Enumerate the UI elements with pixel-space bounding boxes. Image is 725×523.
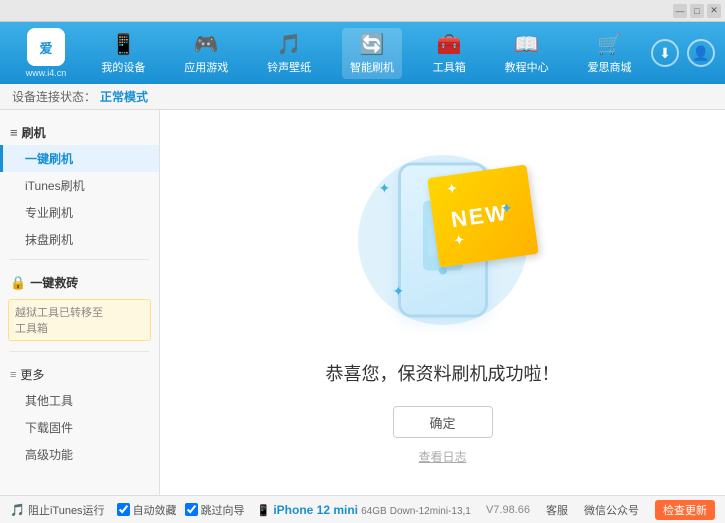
- version-label: V7.98.66: [486, 504, 530, 516]
- status-bar: 设备连接状态： 正常模式: [0, 84, 725, 110]
- minimize-btn[interactable]: —: [673, 4, 687, 18]
- stop-itunes-label: 阻止iTunes运行: [28, 502, 105, 518]
- logo-url: www.i4.cn: [26, 68, 67, 78]
- main-content: ✦ NEW ✦ ✦ ✦ ✦ 恭喜您，保资料刷机成功啦！ 确定 查看日志: [160, 110, 725, 495]
- itunes-icon: 🎵: [10, 503, 25, 517]
- skip-wizard-label: 跳过向导: [201, 502, 245, 518]
- new-banner: ✦ NEW ✦: [427, 164, 539, 267]
- check-update-btn[interactable]: 检查更新: [655, 500, 715, 520]
- close-btn[interactable]: ✕: [707, 4, 721, 18]
- itunes-stop: 🎵 阻止iTunes运行: [10, 502, 105, 518]
- skip-wizard-checkbox[interactable]: 跳过向导: [185, 502, 245, 518]
- nav-purchase[interactable]: 🛒 爱思商城: [579, 28, 639, 79]
- tutorial-label: 教程中心: [505, 59, 549, 75]
- auto-dismiss-input[interactable]: [117, 503, 130, 516]
- sidebar-flash-title: ≡ 刷机: [0, 120, 159, 145]
- success-illustration: ✦ NEW ✦ ✦ ✦ ✦: [343, 140, 543, 340]
- nav-bar: 爱 www.i4.cn 📱 我的设备 🎮 应用游戏 🎵 铃声壁纸 🔄 智能刷机 …: [0, 22, 725, 84]
- nav-smart-flash[interactable]: 🔄 智能刷机: [342, 28, 402, 79]
- toolbox-label: 工具箱: [433, 59, 466, 75]
- flash-section-icon: ≡: [10, 125, 18, 140]
- device-icon: 📱: [257, 505, 271, 517]
- rescue-icon: 🔒: [10, 275, 26, 291]
- sidebar-item-download-firmware[interactable]: 下载固件: [0, 414, 159, 441]
- nav-toolbox[interactable]: 🧰 工具箱: [425, 28, 474, 79]
- sidebar-divider-2: [10, 351, 149, 352]
- maximize-btn[interactable]: □: [690, 4, 704, 18]
- device-capacity: 64GB: [361, 506, 387, 517]
- new-star-left: ✦: [445, 181, 459, 197]
- status-value: 正常模式: [100, 88, 148, 105]
- user-btn[interactable]: 👤: [687, 39, 715, 67]
- purchase-icon: 🛒: [597, 32, 622, 57]
- ringtone-label: 铃声壁纸: [267, 59, 311, 75]
- view-log-link[interactable]: 查看日志: [418, 448, 466, 465]
- confirm-button[interactable]: 确定: [393, 406, 493, 438]
- sidebar-rescue-section: 🔒 一键救砖 越狱工具已转移至工具箱: [0, 264, 159, 347]
- nav-items: 📱 我的设备 🎮 应用游戏 🎵 铃声壁纸 🔄 智能刷机 🧰 工具箱 📖 教程中心…: [82, 28, 651, 79]
- skip-wizard-input[interactable]: [185, 503, 198, 516]
- app-game-icon: 🎮: [194, 32, 219, 57]
- toolbox-icon: 🧰: [437, 32, 462, 57]
- more-section-icon: ≡: [10, 369, 16, 381]
- my-device-label: 我的设备: [101, 59, 145, 75]
- smart-flash-icon: 🔄: [360, 32, 385, 57]
- bottom-bar: 🎵 阻止iTunes运行 自动敛藏 跳过向导 📱 iPhone 12 mini …: [0, 495, 725, 523]
- ringtone-icon: 🎵: [277, 32, 302, 57]
- sidebar-item-pro-flash[interactable]: 专业刷机: [0, 199, 159, 226]
- bottom-right: V7.98.66 客服 微信公众号 检查更新: [486, 500, 715, 520]
- wechat-link[interactable]: 微信公众号: [584, 502, 639, 518]
- customer-service-link[interactable]: 客服: [546, 502, 568, 518]
- sidebar-item-wipe-flash[interactable]: 抹盘刷机: [0, 226, 159, 253]
- sidebar-item-advanced[interactable]: 高级功能: [0, 441, 159, 468]
- nav-right: ⬇ 👤: [651, 39, 715, 67]
- sidebar-more-section: ≡ 更多 其他工具 下载固件 高级功能: [0, 356, 159, 470]
- sparkle-2: ✦: [501, 200, 513, 217]
- sidebar: ≡ 刷机 一键刷机 iTunes刷机 专业刷机 抹盘刷机 🔒 一键救砖: [0, 110, 160, 495]
- app-game-label: 应用游戏: [184, 59, 228, 75]
- device-model: Down-12mini-13,1: [390, 506, 471, 517]
- sidebar-item-onekey-flash[interactable]: 一键刷机: [0, 145, 159, 172]
- smart-flash-label: 智能刷机: [350, 59, 394, 75]
- sparkle-1: ✦: [379, 180, 391, 197]
- nav-my-device[interactable]: 📱 我的设备: [93, 28, 153, 79]
- purchase-label: 爱思商城: [587, 59, 631, 75]
- device-name: iPhone 12 mini: [273, 503, 358, 517]
- sparkle-3: ✦: [393, 283, 405, 300]
- sidebar-more-title: ≡ 更多: [0, 362, 159, 387]
- title-bar: — □ ✕: [0, 0, 725, 22]
- download-btn[interactable]: ⬇: [651, 39, 679, 67]
- sidebar-rescue-title: 🔒 一键救砖: [0, 270, 159, 295]
- sidebar-item-other-tools[interactable]: 其他工具: [0, 387, 159, 414]
- new-star-right: ✦: [453, 232, 467, 248]
- status-label: 设备连接状态：: [12, 88, 96, 105]
- bottom-left: 🎵 阻止iTunes运行 自动敛藏 跳过向导 📱 iPhone 12 mini …: [10, 502, 486, 518]
- device-info: 📱 iPhone 12 mini 64GB Down-12mini-13,1: [257, 503, 471, 517]
- tutorial-icon: 📖: [514, 32, 539, 57]
- auto-dismiss-label: 自动敛藏: [133, 502, 177, 518]
- auto-dismiss-checkbox[interactable]: 自动敛藏: [117, 502, 177, 518]
- sidebar-flash-section: ≡ 刷机 一键刷机 iTunes刷机 专业刷机 抹盘刷机: [0, 114, 159, 255]
- app-logo: 爱 www.i4.cn: [10, 28, 82, 78]
- nav-app-game[interactable]: 🎮 应用游戏: [176, 28, 236, 79]
- sidebar-item-itunes-flash[interactable]: iTunes刷机: [0, 172, 159, 199]
- main-layout: ≡ 刷机 一键刷机 iTunes刷机 专业刷机 抹盘刷机 🔒 一键救砖: [0, 110, 725, 495]
- my-device-icon: 📱: [111, 32, 136, 57]
- nav-tutorial[interactable]: 📖 教程中心: [497, 28, 557, 79]
- sidebar-divider-1: [10, 259, 149, 260]
- sidebar-rescue-notice: 越狱工具已转移至工具箱: [8, 299, 151, 341]
- success-title: 恭喜您，保资料刷机成功啦！: [326, 360, 560, 386]
- nav-ringtone[interactable]: 🎵 铃声壁纸: [259, 28, 319, 79]
- logo-icon: 爱: [27, 28, 65, 66]
